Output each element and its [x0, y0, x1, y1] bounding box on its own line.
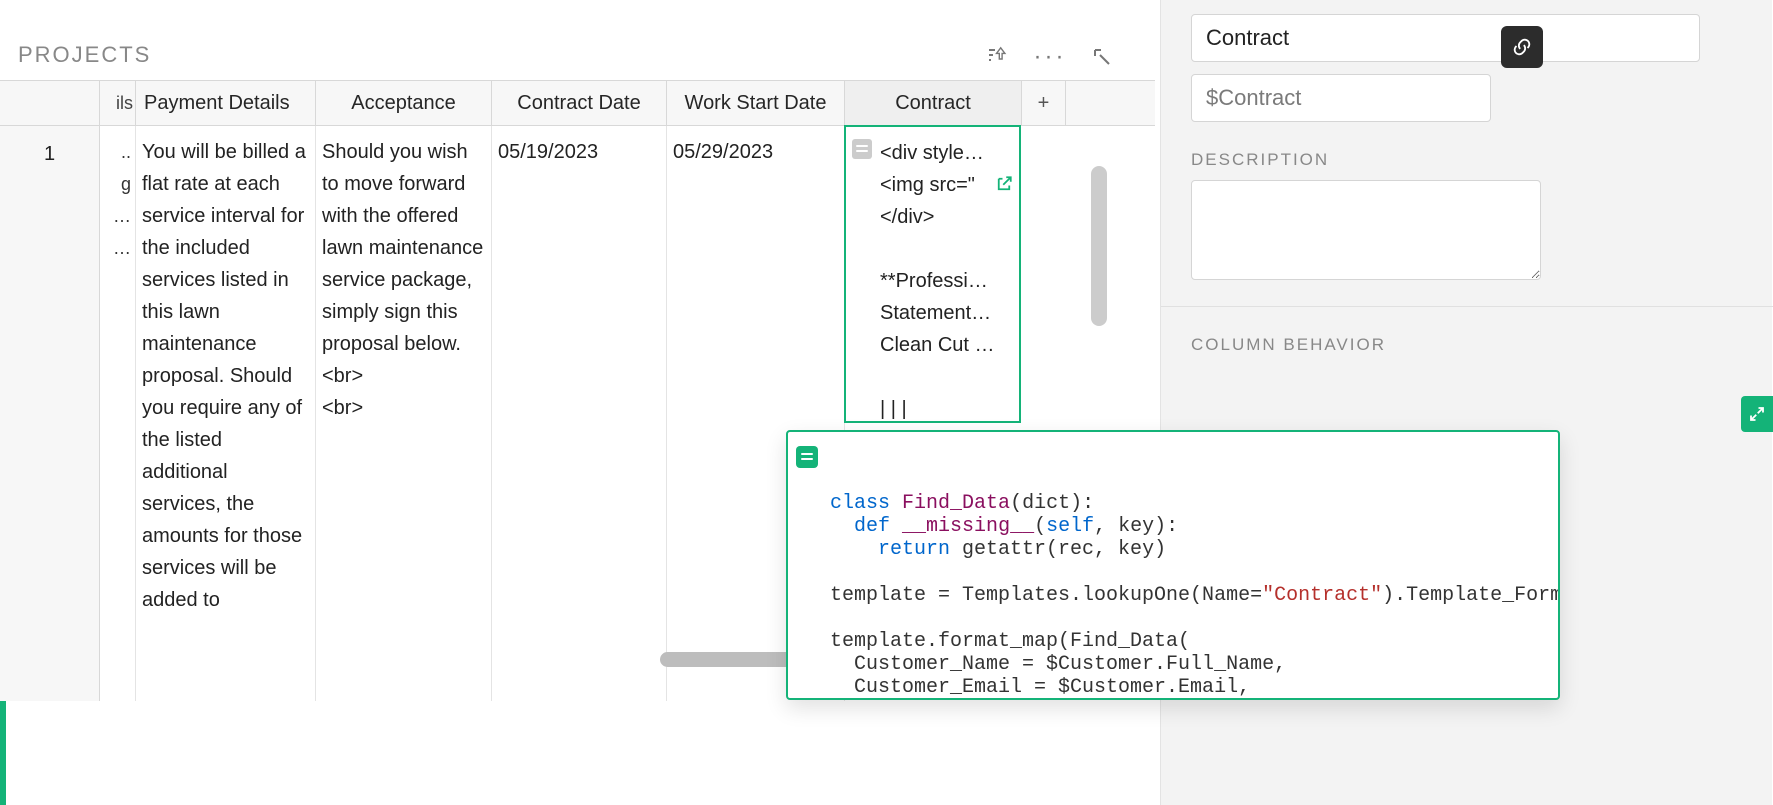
contract-line: **Professi… — [880, 270, 988, 292]
scroll-gutter — [1066, 81, 1086, 125]
column-header-acceptance[interactable]: Acceptance — [316, 81, 492, 125]
contract-line: <img src=" — [880, 174, 975, 196]
divider — [1161, 306, 1773, 307]
formula-gutter-icon — [796, 446, 818, 468]
expand-editor-button[interactable] — [1741, 396, 1773, 432]
column-header-partial[interactable]: ils — [100, 81, 136, 125]
add-column-button[interactable]: + — [1022, 81, 1066, 125]
cell-payment-details[interactable]: You will be billed a flat rate at each s… — [136, 126, 316, 701]
row-number[interactable]: 1 — [0, 126, 100, 701]
column-header-contract-date[interactable]: Contract Date — [492, 81, 667, 125]
cell-expand-icon[interactable] — [852, 139, 872, 159]
derive-id-button[interactable] — [1501, 26, 1543, 68]
cell-acceptance[interactable]: Should you wish to move forward with the… — [316, 126, 492, 701]
cell-partial[interactable]: .. g … … — [100, 126, 136, 701]
vertical-scrollbar[interactable] — [1091, 166, 1107, 326]
column-header-work-start[interactable]: Work Start Date — [667, 81, 845, 125]
description-textarea[interactable] — [1191, 180, 1541, 280]
section-toolbar: ··· — [985, 44, 1115, 70]
contract-line: Statement… — [880, 302, 991, 324]
description-label: DESCRIPTION — [1191, 150, 1752, 170]
contract-line: | | | — [880, 398, 907, 420]
cell-contract-date[interactable]: 05/19/2023 — [492, 126, 667, 701]
column-header-row: ils Payment Details Acceptance Contract … — [0, 81, 1155, 126]
rownum-header — [0, 81, 100, 125]
more-menu-icon[interactable]: ··· — [1037, 44, 1063, 70]
column-id-input[interactable] — [1191, 74, 1491, 122]
contract-line: Clean Cut … — [880, 334, 995, 356]
expand-section-icon[interactable] — [1089, 44, 1115, 70]
contract-line: </div> — [880, 206, 934, 228]
contract-line: <div style… — [880, 142, 984, 164]
column-header-payment[interactable]: Payment Details — [136, 81, 316, 125]
external-link-icon[interactable] — [995, 171, 1013, 203]
formula-editor[interactable]: class Find_Data(dict): def __missing__(s… — [786, 430, 1560, 700]
column-header-contract[interactable]: Contract — [845, 81, 1022, 125]
section-title: PROJECTS — [18, 42, 151, 68]
behavior-label: COLUMN BEHAVIOR — [1191, 335, 1752, 355]
sort-filter-icon[interactable] — [985, 44, 1011, 70]
cell-contract-active[interactable]: <div style… <img src=" </div> **Professi… — [844, 125, 1021, 423]
column-label-input[interactable] — [1191, 14, 1700, 62]
